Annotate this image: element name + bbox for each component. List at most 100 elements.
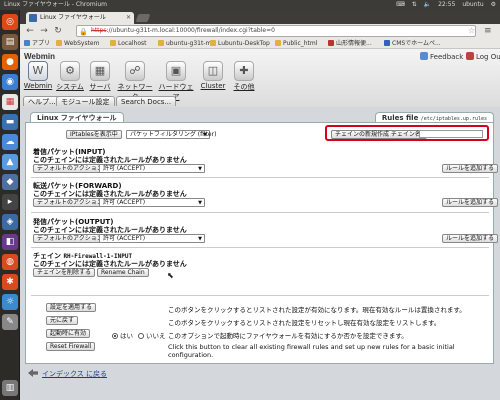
tab-strip: Linux ファイヤウォール ✕ bbox=[20, 10, 500, 24]
bookmark-item[interactable]: Localhost bbox=[110, 38, 147, 49]
category-others[interactable]: ✚ その他 bbox=[226, 61, 262, 92]
rename-chain-button[interactable]: Rename Chain bbox=[97, 268, 149, 277]
divider bbox=[31, 177, 489, 178]
bookmark-item[interactable]: Lubuntu-DeskTop bbox=[210, 38, 270, 49]
servers-category-icon: ▦ bbox=[90, 61, 110, 81]
unity-launcher: ◎ ▤ ● ◉ ▦ ▬ ☁ ▲ ◆ ▸ ◈ ◧ ◍ ✱ ☼ ✎ ▥ bbox=[0, 10, 20, 400]
show-iptables-button[interactable]: IPtablesを表示中 bbox=[66, 130, 122, 139]
default-action-select[interactable]: 許可 (ACCEPT) ▼ bbox=[99, 164, 205, 173]
app-icon-3[interactable]: ◆ bbox=[2, 174, 18, 190]
trash-icon[interactable]: ▥ bbox=[2, 380, 18, 396]
files-icon[interactable]: ▤ bbox=[2, 34, 18, 50]
network-category-icon: ☍ bbox=[125, 61, 145, 81]
folder-icon bbox=[56, 40, 62, 46]
browser-toolbar: ← → ↻ 🔒 https://ubuntu-g31t-m.local:1000… bbox=[20, 24, 500, 38]
add-rule-button[interactable]: ルールを追加する bbox=[442, 234, 499, 243]
bookmark-item[interactable]: WebSystem bbox=[56, 38, 99, 49]
boot-no-option[interactable]: いいえ bbox=[138, 330, 166, 340]
calendar-icon[interactable]: ▦ bbox=[2, 94, 18, 110]
reset-firewall-button[interactable]: Reset Firewall bbox=[46, 342, 96, 351]
rules-file-title: Rules file /etc/iptables.up.rules bbox=[374, 112, 494, 122]
return-to-index-link[interactable]: インデックス に戻る bbox=[28, 369, 107, 379]
firewall-panel: IPtablesを表示中 パケットフィルタリング (filter) ▼ チェインの… bbox=[25, 122, 499, 364]
divider bbox=[31, 212, 489, 213]
divider bbox=[31, 295, 489, 296]
username[interactable]: ubuntu bbox=[462, 1, 483, 8]
ubuntu-logo-icon[interactable]: ◎ bbox=[2, 14, 18, 30]
forward-icon[interactable]: → bbox=[38, 25, 50, 37]
app-icon-6[interactable]: ☼ bbox=[2, 294, 18, 310]
address-bar[interactable]: 🔒 https://ubuntu-g31t-m.local:10000/fire… bbox=[76, 25, 476, 37]
chromium-icon[interactable]: ◉ bbox=[2, 74, 18, 90]
create-chain-button[interactable]: チェインの新規作成 チェイン名: bbox=[331, 130, 427, 139]
volume-icon[interactable]: 🔈 bbox=[424, 1, 431, 8]
app-icon-4[interactable]: ◈ bbox=[2, 214, 18, 230]
os-top-panel: Linux ファイヤウォール - Chromium ⌨ ⇅ 🔈 22:55 ub… bbox=[0, 0, 500, 10]
bookmark-apps[interactable]: アプリ bbox=[24, 38, 50, 49]
search-docs-tab[interactable]: Search Docs... bbox=[116, 96, 177, 106]
reset-description-line2: configuration. bbox=[168, 351, 214, 359]
boot-yes-option[interactable]: はい bbox=[112, 330, 133, 340]
app-icon[interactable]: ☁ bbox=[2, 134, 18, 150]
new-tab-button[interactable] bbox=[135, 14, 151, 22]
clock[interactable]: 22:55 bbox=[438, 1, 455, 8]
hardware-category-icon: ▣ bbox=[166, 61, 186, 81]
app-icon-2[interactable]: ▲ bbox=[2, 154, 18, 170]
default-action-button[interactable]: デフォルトのアクション: bbox=[33, 164, 109, 173]
apply-description: このボタンをクリックするとリストされた設定が有効になります。現在有効なルールは置… bbox=[168, 306, 466, 314]
bookmark-star-icon[interactable]: ☆ bbox=[468, 26, 475, 35]
add-rule-button[interactable]: ルールを追加する bbox=[442, 164, 499, 173]
reset-description-line1: Click this button to clear all existing … bbox=[168, 343, 455, 351]
reload-icon[interactable]: ↻ bbox=[52, 25, 64, 37]
delete-chain-button[interactable]: チェインを削除する bbox=[33, 268, 96, 277]
firefox-icon[interactable]: ● bbox=[2, 54, 18, 70]
menu-icon[interactable]: ≡ bbox=[484, 26, 492, 36]
chain-name-input[interactable] bbox=[419, 130, 483, 138]
back-icon[interactable]: ← bbox=[24, 25, 36, 37]
category-servers[interactable]: ▦ サーバ bbox=[82, 61, 118, 92]
default-action-select[interactable]: 許可 (ACCEPT) ▼ bbox=[99, 234, 205, 243]
url-scheme: https bbox=[91, 27, 107, 34]
bookmark-item[interactable]: ubuntu-g31t-m bbox=[158, 38, 211, 49]
mouse-cursor-icon: ⬉ bbox=[167, 271, 174, 280]
bookmark-item[interactable]: Public_html bbox=[275, 38, 317, 49]
webmin-header: Webmin Feedback Log Out WWebmin ⚙システム ▦サ… bbox=[20, 49, 500, 107]
browser-tab[interactable]: Linux ファイヤウォール ✕ bbox=[26, 12, 134, 24]
browser-window: Linux ファイヤウォール ✕ ← → ↻ 🔒 https://ubuntu-… bbox=[20, 10, 500, 400]
bookmark-item[interactable]: CMSでホームペ... bbox=[384, 38, 441, 49]
bookmark-item[interactable]: 山形情報便... bbox=[328, 38, 372, 49]
app-icon-7[interactable]: ✎ bbox=[2, 314, 18, 330]
settings-icon[interactable]: ✱ bbox=[2, 274, 18, 290]
default-action-button[interactable]: デフォルトのアクション: bbox=[33, 198, 109, 207]
keyboard-icon[interactable]: ⌨ bbox=[396, 1, 405, 8]
power-icon[interactable]: ⚙ bbox=[491, 1, 496, 8]
app-icon-5[interactable]: ◧ bbox=[2, 234, 18, 250]
back-arrow-icon bbox=[28, 369, 38, 377]
writer-icon[interactable]: ▬ bbox=[2, 114, 18, 130]
table-select[interactable]: パケットフィルタリング (filter) ▼ bbox=[126, 130, 216, 139]
default-action-select[interactable]: 許可 (ACCEPT) ▼ bbox=[99, 198, 205, 207]
module-config-tab[interactable]: モジュール設定 bbox=[56, 96, 115, 106]
folder-icon bbox=[158, 40, 164, 46]
dropdown-arrow-icon: ▼ bbox=[203, 132, 207, 138]
apply-config-button[interactable]: 設定を適用する bbox=[46, 303, 97, 312]
revert-button[interactable]: 元に戻す bbox=[46, 316, 79, 325]
folder-icon bbox=[275, 40, 281, 46]
revert-description: このボタンをクリックするとリストされた設定をリセットし現在有効な設定をリストしま… bbox=[168, 319, 441, 327]
close-tab-icon[interactable]: ✕ bbox=[126, 12, 131, 24]
software-center-icon[interactable]: ◍ bbox=[2, 254, 18, 270]
terminal-icon[interactable]: ▸ bbox=[2, 194, 18, 210]
window-title: Linux ファイヤウォール - Chromium bbox=[4, 1, 108, 8]
logout-link[interactable]: Log Out bbox=[466, 52, 500, 61]
network-icon[interactable]: ⇅ bbox=[412, 1, 417, 8]
module-area: Linux ファイヤウォール Rules file /etc/iptables.… bbox=[20, 107, 500, 400]
add-rule-button[interactable]: ルールを追加する bbox=[442, 198, 499, 207]
activate-at-boot-button[interactable]: 起動時に有効 bbox=[46, 329, 91, 338]
default-action-button[interactable]: デフォルトのアクション: bbox=[33, 234, 109, 243]
site-icon bbox=[384, 40, 390, 46]
feedback-link[interactable]: Feedback bbox=[420, 52, 463, 61]
favicon-icon bbox=[29, 14, 37, 22]
system-tray[interactable]: ⌨ ⇅ 🔈 22:55 ubuntu ⚙ bbox=[391, 0, 496, 10]
insecure-lock-icon[interactable]: 🔒 bbox=[79, 27, 88, 36]
category-webmin[interactable]: W Webmin bbox=[20, 61, 56, 90]
